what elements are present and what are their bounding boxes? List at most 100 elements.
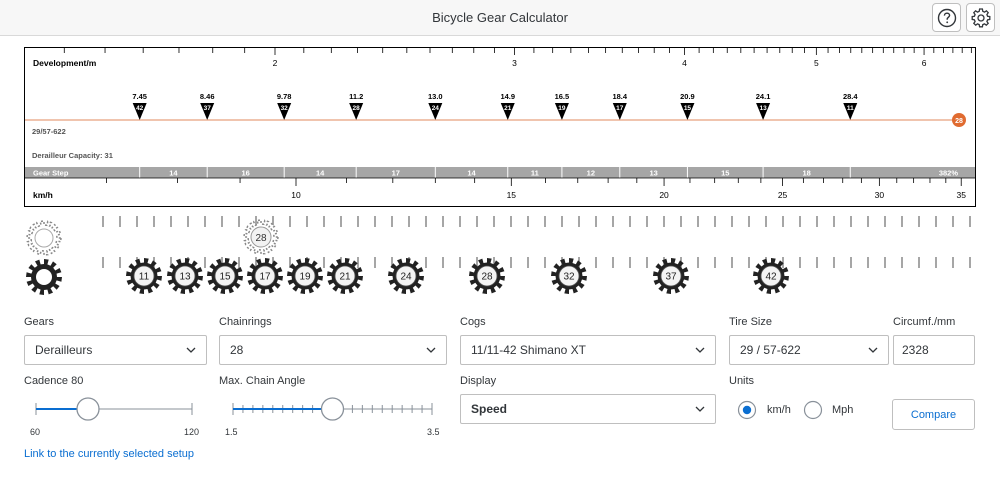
- radio-kmh[interactable]: [737, 400, 757, 420]
- help-button[interactable]: [932, 3, 961, 32]
- units-label: Units: [729, 375, 755, 387]
- cog-label: 11: [139, 272, 150, 283]
- gear-chart-svg: Development/m2345677.45428.46379.783211.…: [25, 48, 975, 200]
- cog-label: 19: [299, 272, 311, 283]
- gear-marker-label: 17: [616, 105, 624, 112]
- chevron-down-icon: [426, 347, 436, 353]
- gear-step-label: Gear Step: [33, 169, 69, 178]
- gear-icon: [971, 7, 990, 27]
- chain-slider-handle[interactable]: [320, 397, 345, 421]
- display-label: Display: [460, 375, 497, 387]
- cadence-max-label: 120: [184, 427, 200, 437]
- gear-step-value: 15: [721, 169, 729, 178]
- gear-speed-label: 7.45: [132, 92, 147, 101]
- circumference-value: 2328: [902, 343, 929, 357]
- top-axis-label: Development/m: [33, 58, 97, 68]
- gear-speed-label: 16.5: [555, 92, 570, 101]
- gear-step-value: 11: [531, 169, 539, 178]
- gears-select[interactable]: Derailleurs: [24, 335, 207, 365]
- radio-mph[interactable]: [803, 400, 823, 420]
- settings-button[interactable]: [966, 3, 995, 32]
- tire-info-label: 29/57-622: [32, 127, 66, 136]
- compare-button[interactable]: Compare: [892, 399, 975, 430]
- chevron-down-icon: [186, 347, 196, 353]
- cog-label: 28: [481, 272, 493, 283]
- circumference-input[interactable]: 2328: [893, 335, 975, 365]
- gear-speed-label: 8.46: [200, 92, 215, 101]
- gear-marker-label: 42: [136, 105, 144, 112]
- gear-speed-label: 24.1: [756, 92, 771, 101]
- cog-label: 42: [765, 272, 777, 283]
- cog-label: 15: [219, 272, 231, 283]
- bottom-tick-label: 35: [956, 190, 966, 200]
- capacity-label: Derailleur Capacity: 31: [32, 151, 113, 160]
- gear-marker-label: 19: [558, 105, 566, 112]
- chevron-down-icon: [868, 347, 878, 353]
- chain-angle-max-label: 3.5: [427, 427, 440, 437]
- radio-mph-label: Mph: [832, 404, 854, 416]
- chainring-selected-label: 28: [255, 233, 267, 244]
- cassette-visual: 28 11 13 15 17 19 21 24 28 32 37 42: [26, 216, 971, 295]
- tire-size-value: 29 / 57-622: [740, 343, 801, 357]
- cog-label: 24: [400, 272, 412, 283]
- cog-label: 17: [259, 272, 271, 283]
- tire-size-label: Tire Size: [729, 316, 772, 328]
- gear-speed-label: 14.9: [500, 92, 515, 101]
- top-tick-label: 2: [273, 58, 278, 68]
- chain-angle-slider[interactable]: [219, 394, 444, 424]
- gear-step-bar: [25, 167, 975, 178]
- gear-chart: Development/m2345677.45428.46379.783211.…: [24, 47, 976, 207]
- cogs-label: Cogs: [460, 316, 486, 328]
- cog-label: 32: [563, 272, 575, 283]
- app-title: Bicycle Gear Calculator: [432, 10, 568, 25]
- gear-step-value: 14: [169, 169, 178, 178]
- top-tick-label: 6: [922, 58, 927, 68]
- gear-marker-label: 32: [281, 105, 289, 112]
- cog-label: 37: [665, 272, 677, 283]
- top-tick-label: 3: [512, 58, 517, 68]
- gear-marker-label: 28: [353, 105, 361, 112]
- gear-step-value: 14: [316, 169, 325, 178]
- top-tick-label: 4: [682, 58, 687, 68]
- gear-step-value: 13: [649, 169, 657, 178]
- cog-label: 21: [339, 272, 351, 283]
- chainring-ghost-hub: [34, 228, 54, 248]
- gear-speed-label: 9.78: [277, 92, 292, 101]
- circumference-label: Circumf./mm: [893, 316, 956, 328]
- display-value: Speed: [471, 402, 508, 416]
- chainrings-label: Chainrings: [219, 316, 272, 328]
- gear-step-value: 14: [467, 169, 476, 178]
- setup-link[interactable]: Link to the currently selected setup: [24, 448, 194, 460]
- chain-angle-min-label: 1.5: [225, 427, 238, 437]
- chevron-down-icon: [695, 406, 705, 412]
- gear-marker-label: 11: [847, 105, 854, 112]
- gear-marker-label: 24: [432, 105, 440, 112]
- chainrings-select[interactable]: 28: [219, 335, 447, 365]
- bottom-tick-label: 10: [291, 190, 301, 200]
- gear-speed-label: 28.4: [843, 92, 858, 101]
- cadence-slider[interactable]: [24, 394, 204, 424]
- chevron-down-icon: [695, 347, 705, 353]
- chainrings-value: 28: [230, 343, 244, 357]
- bottom-tick-label: 20: [659, 190, 669, 200]
- front-chainring-hub: [36, 269, 52, 285]
- gear-speed-label: 20.9: [680, 92, 695, 101]
- cogs-select[interactable]: 11/11-42 Shimano XT: [460, 335, 716, 365]
- tire-size-select[interactable]: 29 / 57-622: [729, 335, 889, 365]
- gear-step-total: 382%: [939, 169, 959, 178]
- gear-marker-label: 13: [759, 105, 767, 112]
- cadence-slider-handle[interactable]: [76, 397, 100, 421]
- gear-marker-label: 37: [204, 105, 212, 112]
- cadence-label: Cadence 80: [24, 375, 84, 387]
- gear-speed-label: 13.0: [428, 92, 443, 101]
- radio-kmh-label: km/h: [767, 404, 791, 416]
- display-select[interactable]: Speed: [460, 394, 716, 424]
- bottom-axis-label: km/h: [33, 190, 53, 200]
- question-circle-icon: [937, 8, 956, 27]
- cogs-value: 11/11-42 Shimano XT: [471, 343, 586, 357]
- cog-label: 13: [179, 272, 191, 283]
- gear-step-value: 12: [587, 169, 595, 178]
- gear-speed-label: 18.4: [612, 92, 627, 101]
- gear-step-value: 17: [392, 169, 400, 178]
- bottom-tick-label: 25: [778, 190, 788, 200]
